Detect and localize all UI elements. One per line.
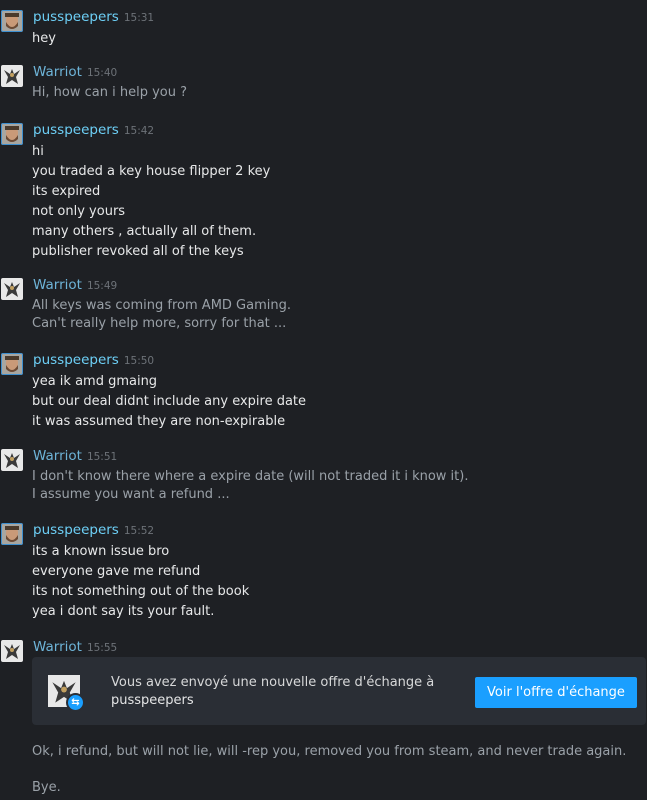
bearded-man-avatar-icon[interactable]	[1, 10, 23, 32]
sender-name[interactable]: pusspeepers	[33, 122, 119, 138]
message-line: its a known issue bro	[32, 544, 170, 559]
timestamp: 15:31	[123, 12, 155, 24]
message-line: its expired	[32, 184, 101, 199]
warrior-figure-avatar-icon[interactable]	[1, 449, 23, 471]
message-line: publisher revoked all of the keys	[32, 244, 244, 259]
timestamp: 15:55	[86, 642, 118, 654]
sender-name[interactable]: pusspeepers	[33, 522, 119, 538]
bearded-man-avatar-icon[interactable]	[1, 123, 23, 145]
sender-name[interactable]: Warriot	[33, 448, 82, 464]
timestamp: 15:40	[86, 67, 118, 79]
message-line: Ok, i refund, but will not lie, will -re…	[32, 744, 627, 759]
warrior-figure-avatar-icon[interactable]	[1, 278, 23, 300]
trade-offer-text: Vous avez envoyé une nouvelle offre d'éc…	[111, 675, 434, 708]
message-line: yea i dont say its your fault.	[32, 604, 215, 619]
message-line: yea ik amd gmaing	[32, 374, 158, 389]
view-trade-offer-button[interactable]: Voir l'offre d'échange	[475, 677, 637, 708]
trade-arrows-icon: ⇆	[68, 695, 83, 710]
sender-name[interactable]: Warriot	[33, 639, 82, 655]
trade-offer-message: Vous avez envoyé une nouvelle offre d'éc…	[111, 675, 435, 690]
message-line: All keys was coming from AMD Gaming.	[32, 298, 291, 313]
message-line: hey	[32, 31, 56, 46]
timestamp: 15:52	[123, 525, 155, 537]
message-line: its not something out of the book	[32, 584, 250, 599]
trade-offer-recipient[interactable]: pusspeepers	[111, 693, 434, 708]
trade-offer-card: ⇆ Vous avez envoyé une nouvelle offre d'…	[32, 657, 646, 725]
message-line: it was assumed they are non-expirable	[32, 414, 286, 429]
timestamp: 15:50	[123, 355, 155, 367]
message-line: Hi, how can i help you ?	[32, 85, 187, 100]
message-line: Bye.	[32, 780, 61, 795]
message-line: hi	[32, 144, 44, 159]
message-line: many others , actually all of them.	[32, 224, 257, 239]
message-line: Can't really help more, sorry for that .…	[32, 316, 287, 331]
message-line: I assume you want a refund ...	[32, 487, 230, 502]
message-line: but our deal didnt include any expire da…	[32, 394, 307, 409]
timestamp: 15:42	[123, 125, 155, 137]
sender-name[interactable]: Warriot	[33, 277, 82, 293]
message-line: you traded a key house flipper 2 key	[32, 164, 271, 179]
message-line: I don't know there where a expire date (…	[32, 469, 469, 484]
sender-name[interactable]: pusspeepers	[33, 9, 119, 25]
timestamp: 15:49	[86, 280, 118, 292]
warrior-figure-avatar-icon[interactable]	[1, 65, 23, 87]
bearded-man-avatar-icon[interactable]	[1, 523, 23, 545]
timestamp: 15:51	[86, 451, 118, 463]
warrior-figure-avatar-icon[interactable]	[1, 640, 23, 662]
message-line: everyone gave me refund	[32, 564, 201, 579]
sender-name[interactable]: Warriot	[33, 64, 82, 80]
sender-name[interactable]: pusspeepers	[33, 352, 119, 368]
message-line: not only yours	[32, 204, 126, 219]
bearded-man-avatar-icon[interactable]	[1, 353, 23, 375]
